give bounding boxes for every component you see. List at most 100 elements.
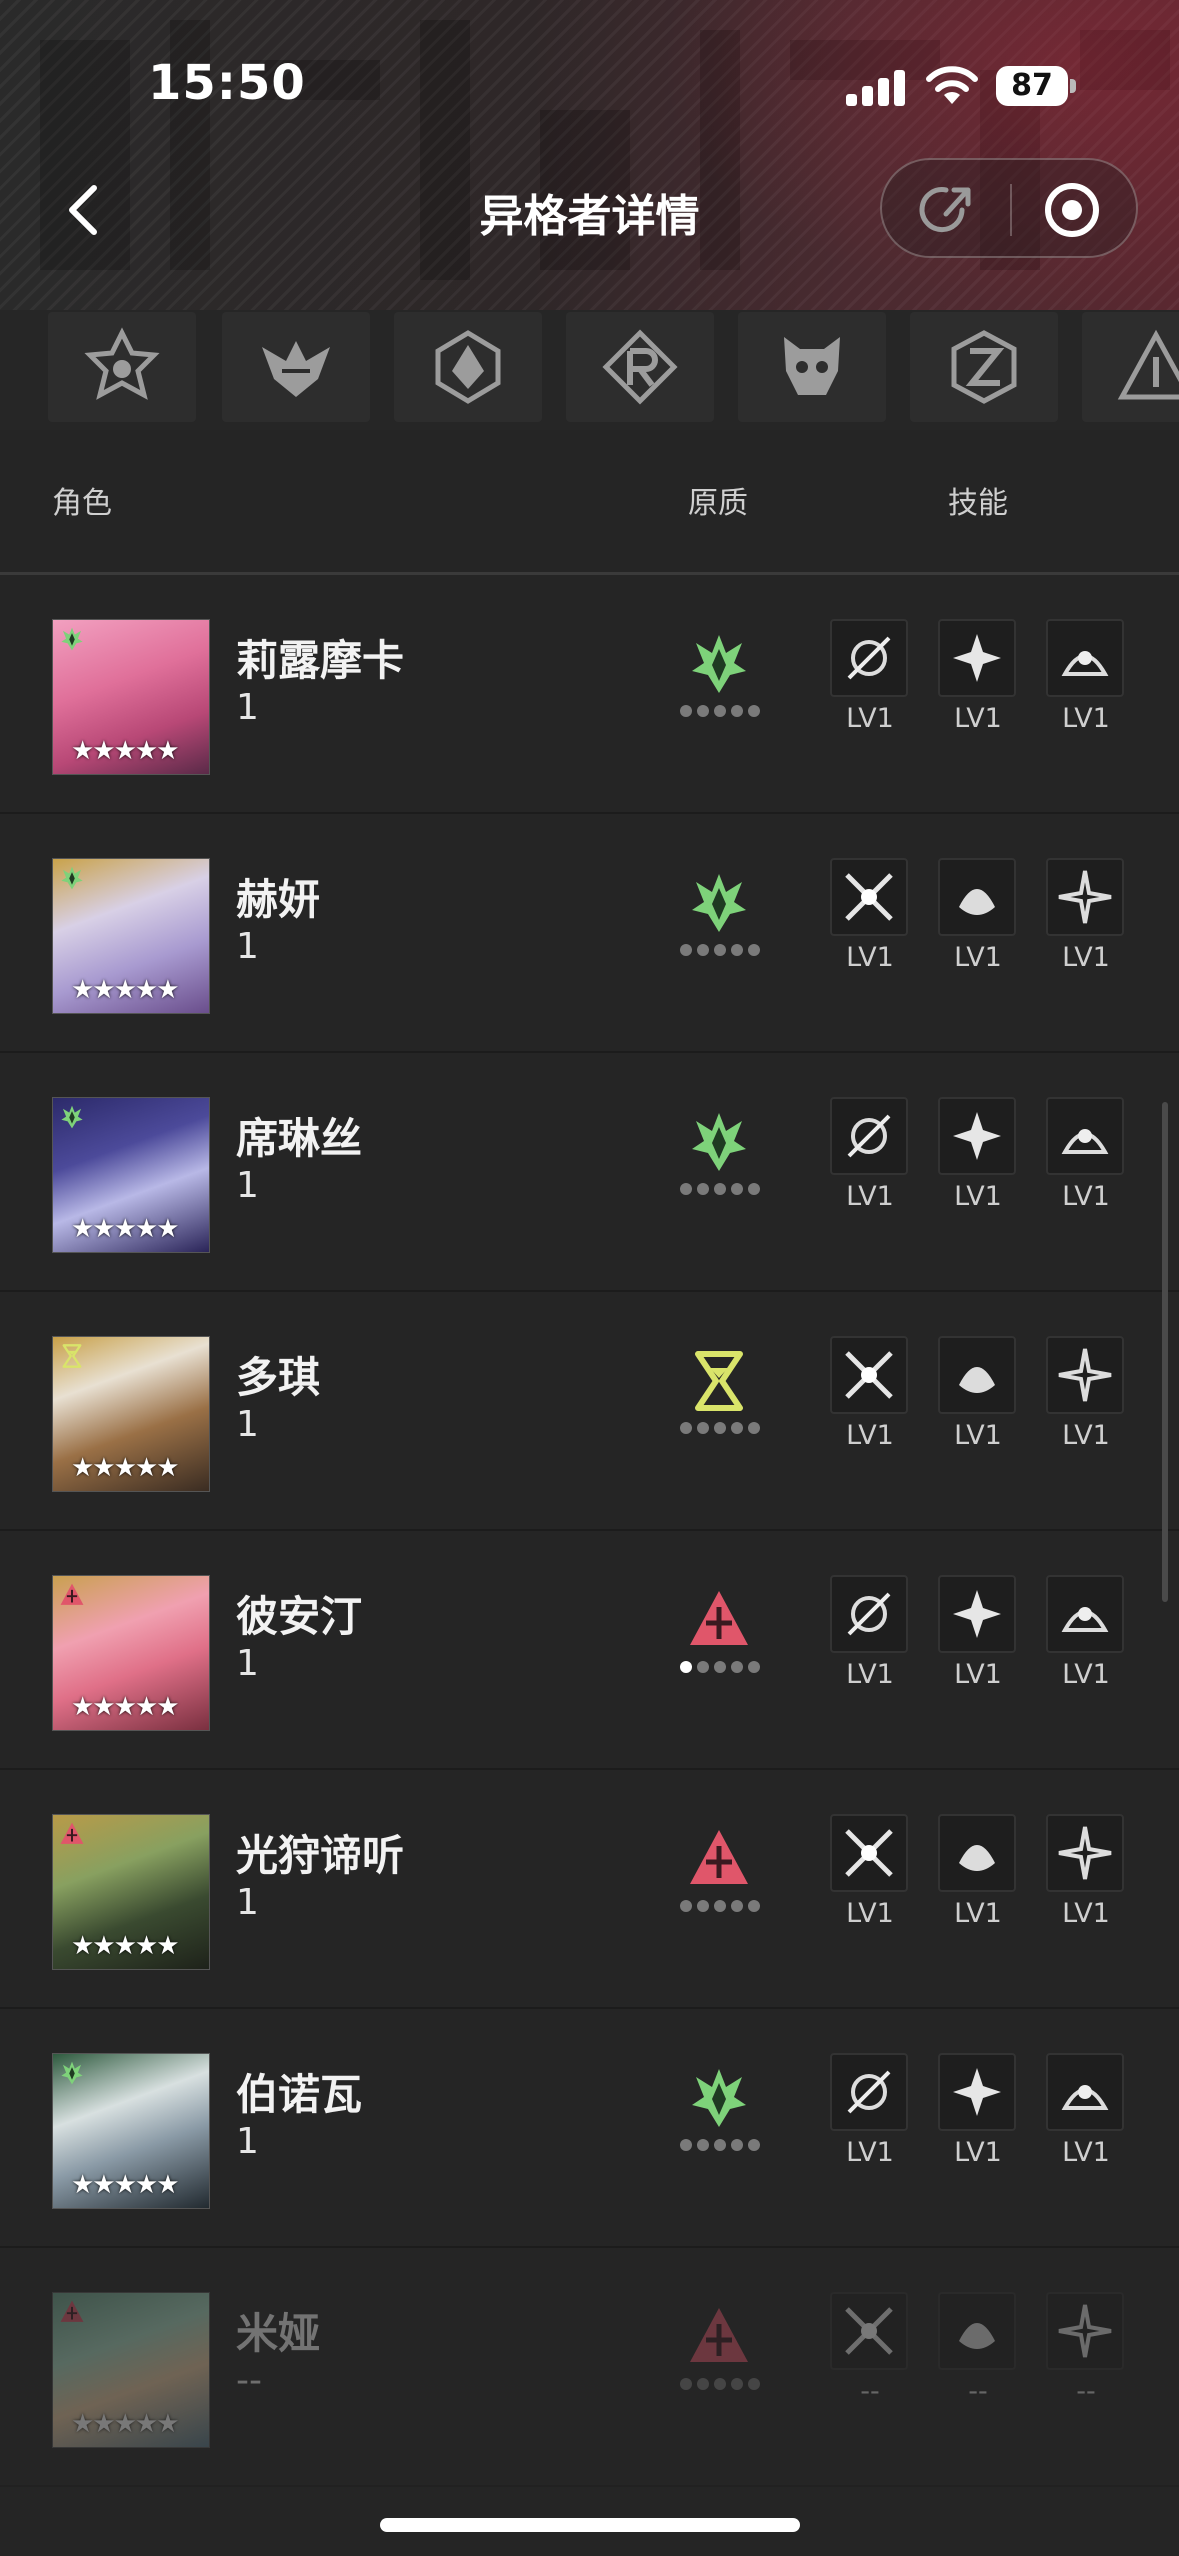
skill-level: LV1 bbox=[1062, 1898, 1110, 1929]
faction-filter-5[interactable] bbox=[738, 312, 886, 422]
skill-icon bbox=[847, 636, 891, 680]
skill-slot[interactable]: LV1 bbox=[830, 1575, 910, 1690]
character-name: 赫妍 bbox=[236, 875, 321, 924]
element-green-icon bbox=[692, 2069, 746, 2127]
character-level: 1 bbox=[236, 926, 259, 967]
skill-slot[interactable]: -- bbox=[830, 2292, 910, 2407]
star-rating: ★★★★★ bbox=[71, 1214, 180, 1244]
skill-slot[interactable]: LV1 bbox=[1046, 619, 1126, 734]
skill-icon bbox=[1058, 1826, 1112, 1880]
element-badge-icon bbox=[60, 1583, 84, 1605]
element-green-icon bbox=[692, 635, 746, 693]
character-level: 1 bbox=[236, 1404, 259, 1445]
skill-slot[interactable]: -- bbox=[938, 2292, 1018, 2407]
character-row[interactable]: ★★★★★ 赫妍 1 LV1 LV1 LV1 bbox=[0, 814, 1179, 1053]
quality-dots bbox=[680, 1422, 762, 1436]
skill-slot[interactable]: LV1 bbox=[1046, 858, 1126, 973]
character-row[interactable]: ★★★★★ 伯诺瓦 1 LV1 LV1 LV1 bbox=[0, 2009, 1179, 2248]
skill-slot[interactable]: LV1 bbox=[1046, 1575, 1126, 1690]
skill-slot[interactable]: LV1 bbox=[938, 2053, 1018, 2168]
skill-icon bbox=[1061, 1129, 1109, 1154]
skill-level: LV1 bbox=[954, 1420, 1002, 1451]
element-red-icon bbox=[690, 1591, 748, 1645]
skill-icon bbox=[1058, 1348, 1112, 1402]
skill-slot[interactable]: LV1 bbox=[830, 1336, 910, 1451]
skill-icon bbox=[1058, 870, 1112, 924]
battery-level: 87 bbox=[996, 66, 1068, 106]
home-indicator[interactable] bbox=[380, 2518, 800, 2532]
character-portrait[interactable]: ★★★★★ bbox=[52, 1575, 210, 1731]
skill-slot[interactable]: LV1 bbox=[938, 1336, 1018, 1451]
status-time: 15:50 bbox=[148, 55, 306, 111]
star-rating: ★★★★★ bbox=[71, 1692, 180, 1722]
character-portrait[interactable]: ★★★★★ bbox=[52, 858, 210, 1014]
faction-filter-6[interactable] bbox=[910, 312, 1058, 422]
skill-icon bbox=[959, 1367, 995, 1393]
skill-slot[interactable]: LV1 bbox=[830, 858, 910, 973]
star-rating: ★★★★★ bbox=[71, 1453, 180, 1483]
skill-slot[interactable]: LV1 bbox=[830, 2053, 910, 2168]
element-badge-icon bbox=[61, 1105, 83, 1129]
skill-slot[interactable]: LV1 bbox=[938, 1814, 1018, 1929]
character-portrait[interactable]: ★★★★★ bbox=[52, 2292, 210, 2448]
status-bar: 15:50 87 bbox=[0, 0, 1179, 150]
skill-level: LV1 bbox=[954, 1898, 1002, 1929]
skill-icon bbox=[959, 1845, 995, 1871]
character-portrait[interactable]: ★★★★★ bbox=[52, 1097, 210, 1253]
character-row[interactable]: ★★★★★ 光狩谛听 1 LV1 LV1 LV1 bbox=[0, 1770, 1179, 2009]
skill-slot[interactable]: LV1 bbox=[938, 1575, 1018, 1690]
share-button[interactable] bbox=[916, 182, 976, 238]
skill-slot[interactable]: LV1 bbox=[1046, 1336, 1126, 1451]
skill-slot[interactable]: LV1 bbox=[938, 1097, 1018, 1212]
star-rating: ★★★★★ bbox=[71, 2170, 180, 2200]
skill-icon bbox=[847, 2070, 891, 2114]
skill-slot[interactable]: LV1 bbox=[830, 1097, 910, 1212]
skill-slot[interactable]: LV1 bbox=[938, 858, 1018, 973]
character-name: 伯诺瓦 bbox=[236, 2070, 363, 2119]
skill-icon bbox=[847, 1592, 891, 1636]
skill-icon bbox=[845, 1829, 893, 1877]
skill-slot[interactable]: LV1 bbox=[938, 619, 1018, 734]
column-header-quality: 原质 bbox=[688, 486, 748, 521]
character-portrait[interactable]: ★★★★★ bbox=[52, 1814, 210, 1970]
character-row[interactable]: ★★★★★ 米娅 -- -- -- -- bbox=[0, 2248, 1179, 2487]
skill-slot[interactable]: LV1 bbox=[830, 1814, 910, 1929]
skill-slot[interactable]: -- bbox=[1046, 2292, 1126, 2407]
skill-level: -- bbox=[968, 2376, 988, 2407]
nav-bar: 异格者详情 bbox=[0, 150, 1179, 270]
faction-filter-4[interactable] bbox=[566, 312, 714, 422]
skill-icon bbox=[845, 873, 893, 921]
faction-filter-2[interactable] bbox=[222, 312, 370, 422]
character-row[interactable]: ★★★★★ 彼安汀 1 LV1 LV1 LV1 bbox=[0, 1531, 1179, 1770]
skill-slot[interactable]: LV1 bbox=[1046, 1814, 1126, 1929]
character-portrait[interactable]: ★★★★★ bbox=[52, 1336, 210, 1492]
skill-level: LV1 bbox=[846, 703, 894, 734]
skill-icon bbox=[953, 1590, 1001, 1638]
faction-filter-7[interactable] bbox=[1082, 312, 1179, 422]
faction-filter-3[interactable] bbox=[394, 312, 542, 422]
faction-emblem-icon bbox=[784, 337, 840, 395]
skill-level: LV1 bbox=[1062, 942, 1110, 973]
skill-slot[interactable]: LV1 bbox=[1046, 2053, 1126, 2168]
character-row[interactable]: ★★★★★ 席琳丝 1 LV1 LV1 LV1 bbox=[0, 1053, 1179, 1292]
skill-level: LV1 bbox=[954, 942, 1002, 973]
character-row[interactable]: ★★★★★ 莉露摩卡 1 LV1 LV1 LV1 bbox=[0, 575, 1179, 814]
skill-level: LV1 bbox=[846, 942, 894, 973]
character-name: 莉露摩卡 bbox=[236, 636, 405, 685]
character-portrait[interactable]: ★★★★★ bbox=[52, 619, 210, 775]
skill-slot[interactable]: LV1 bbox=[830, 619, 910, 734]
skill-level: LV1 bbox=[846, 1181, 894, 1212]
faction-filter-1[interactable] bbox=[48, 312, 196, 422]
quality-dots bbox=[680, 2378, 762, 2392]
character-level: -- bbox=[236, 2360, 262, 2401]
scrollbar[interactable] bbox=[1162, 1102, 1168, 1602]
skill-slot[interactable]: LV1 bbox=[1046, 1097, 1126, 1212]
record-button[interactable] bbox=[1042, 180, 1102, 240]
element-badge-icon bbox=[61, 627, 83, 651]
star-rating: ★★★★★ bbox=[71, 2409, 180, 2439]
character-row[interactable]: ★★★★★ 多琪 1 LV1 LV1 LV1 bbox=[0, 1292, 1179, 1531]
character-level: 1 bbox=[236, 1165, 259, 1206]
character-portrait[interactable]: ★★★★★ bbox=[52, 2053, 210, 2209]
element-badge-icon bbox=[62, 1344, 82, 1368]
skill-icon bbox=[953, 2068, 1001, 2116]
